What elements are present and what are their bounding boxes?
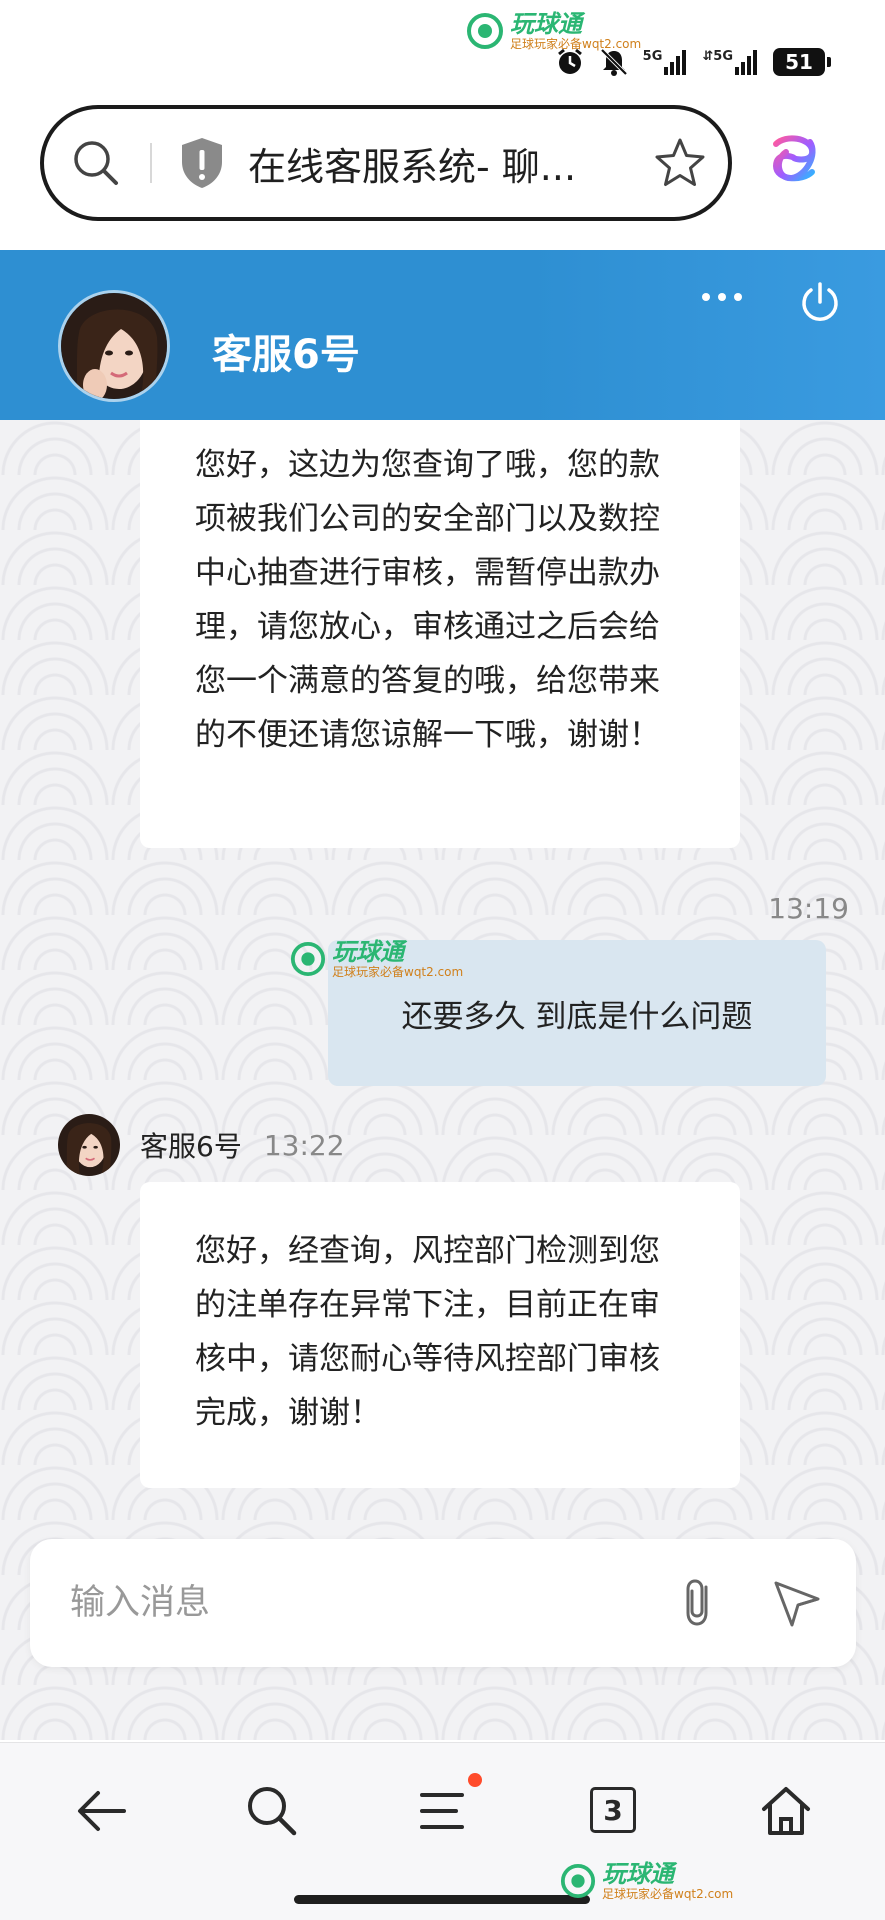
shield-warning-icon[interactable] xyxy=(178,135,226,191)
status-icons: 5G ⇵5G 51 xyxy=(555,44,831,80)
message-sender-row: 客服6号 13:22 xyxy=(58,1114,345,1176)
message-time: 13:22 xyxy=(263,1128,345,1162)
address-divider xyxy=(150,143,152,183)
home-indicator[interactable] xyxy=(294,1895,590,1904)
network-5g-1: 5G xyxy=(643,49,689,75)
incoming-message-bubble[interactable]: 您好，经查询，风控部门检测到您的注单存在异常下注，目前正在审核中，请您耐心等待风… xyxy=(140,1182,740,1488)
notification-dot xyxy=(468,1773,482,1787)
battery-indicator: 51 xyxy=(773,48,831,76)
message-time: 13:19 xyxy=(768,892,849,925)
attachment-paperclip-icon[interactable] xyxy=(670,1573,730,1633)
tabs-button[interactable]: 3 xyxy=(584,1781,644,1841)
header-agent-name: 客服6号 xyxy=(212,332,360,378)
address-text[interactable]: 在线客服系统- 聊... xyxy=(248,136,642,191)
signal-icon xyxy=(664,50,687,75)
incoming-message-bubble[interactable]: 您好，这边为您查询了哦，您的款项被我们公司的安全部门以及数控中心抽查进行审核，需… xyxy=(140,420,740,848)
more-options-icon[interactable] xyxy=(700,282,744,312)
status-bar: 5G ⇵5G 51 xyxy=(0,0,885,100)
mute-bell-icon xyxy=(600,48,628,76)
sender-avatar[interactable] xyxy=(58,1114,120,1176)
search-icon[interactable] xyxy=(242,1781,302,1841)
menu-icon xyxy=(420,1793,464,1829)
back-arrow-icon[interactable] xyxy=(72,1781,132,1841)
avatar-portrait xyxy=(61,293,167,399)
message-composer xyxy=(30,1539,856,1667)
search-icon[interactable] xyxy=(68,135,124,191)
home-icon[interactable] xyxy=(756,1781,816,1841)
message-text: 还要多久 到底是什么问题 xyxy=(401,998,753,1035)
tab-count: 3 xyxy=(590,1787,636,1833)
chat-header: 客服6号 xyxy=(0,250,885,420)
avatar-portrait xyxy=(58,1114,120,1176)
message-text: 您好，经查询，风控部门检测到您的注单存在异常下注，目前正在审核中，请您耐心等待风… xyxy=(195,1233,660,1431)
agent-avatar[interactable] xyxy=(58,290,170,402)
message-input[interactable] xyxy=(70,1569,650,1637)
alarm-icon xyxy=(557,48,582,74)
send-icon[interactable] xyxy=(768,1575,824,1631)
browser-bottom-nav: 3 xyxy=(0,1742,885,1920)
sender-name: 客服6号 xyxy=(140,1130,242,1163)
bookmark-star-icon[interactable] xyxy=(652,135,708,191)
outgoing-message-bubble[interactable]: 还要多久 到底是什么问题 xyxy=(328,940,826,1086)
signal-icon xyxy=(735,50,757,75)
message-text: 您好，这边为您查询了哦，您的款项被我们公司的安全部门以及数控中心抽查进行审核，需… xyxy=(195,447,660,753)
browser-toolbar: 在线客服系统- 聊... xyxy=(0,100,885,250)
browser-app-logo-icon[interactable] xyxy=(766,130,822,186)
menu-button[interactable] xyxy=(412,1773,482,1841)
address-bar[interactable]: 在线客服系统- 聊... xyxy=(40,105,732,221)
power-icon[interactable] xyxy=(798,280,842,324)
network-5g-2: ⇵5G xyxy=(702,49,759,75)
